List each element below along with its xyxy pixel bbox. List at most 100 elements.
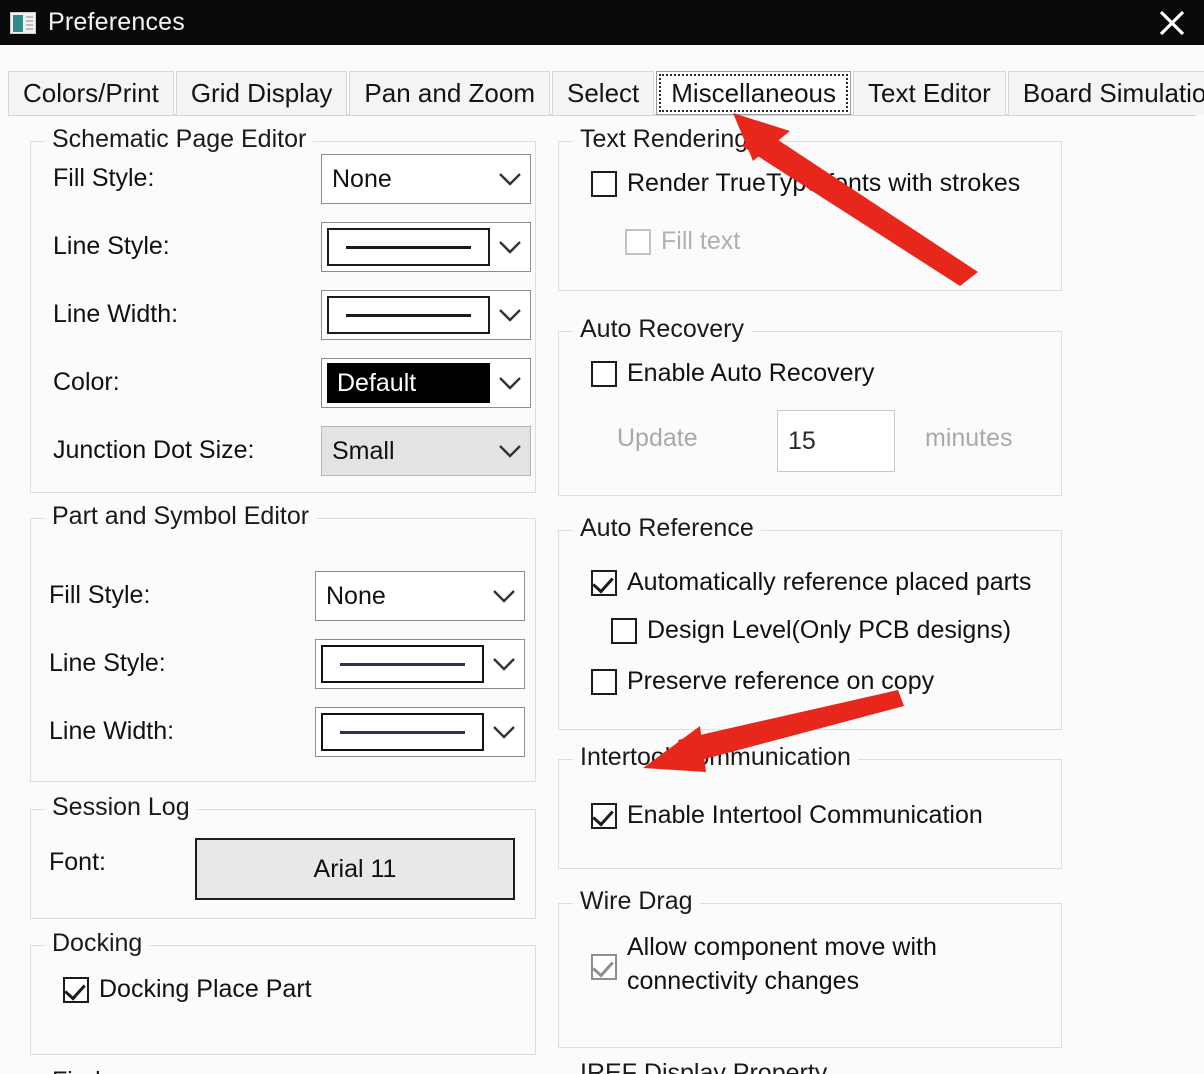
auto-recovery-interval-input[interactable]: 15 <box>777 410 895 472</box>
field-label: Color: <box>53 368 120 396</box>
tab-label: Grid Display <box>190 78 333 108</box>
sch-line-style-combo[interactable] <box>321 222 531 272</box>
checkbox-preserve-reference-on-copy[interactable]: Preserve reference on copy <box>591 666 934 696</box>
sch-fill-style-combo[interactable]: None <box>321 154 531 204</box>
sch-fill-style-value: None <box>332 164 392 193</box>
checkbox-icon <box>591 570 617 596</box>
label-sch-color: Color: <box>53 368 120 397</box>
chevron-down-icon <box>490 239 530 255</box>
field-label: Fill Style: <box>53 164 155 192</box>
label-part-fill-style: Fill Style: <box>49 581 150 610</box>
preferences-window-icon <box>10 11 36 34</box>
group-auto-recovery: Auto Recovery Enable Auto Recovery Updat… <box>558 315 1062 496</box>
label-auto-recovery-minutes: minutes <box>925 424 1013 453</box>
group-intertool-communication: Intertool Communication Enable Intertool… <box>558 743 1062 869</box>
sch-junction-dot-size-combo[interactable]: Small <box>321 426 531 476</box>
field-label: Font: <box>49 848 106 876</box>
checkbox-label: Enable Intertool Communication <box>627 801 983 829</box>
field-label: Line Width: <box>53 300 179 328</box>
checkbox-icon <box>625 229 651 255</box>
checkbox-docking-place-part[interactable]: Docking Place Part <box>63 974 312 1004</box>
chevron-down-icon <box>490 443 530 459</box>
label-sch-fill-style: Fill Style: <box>53 164 154 193</box>
chevron-down-icon <box>490 375 530 391</box>
checkbox-enable-auto-recovery[interactable]: Enable Auto Recovery <box>591 358 874 388</box>
tab-label: Pan and Zoom <box>364 78 535 108</box>
tab-label: Select <box>566 78 640 108</box>
tab-label: Board Simulation <box>1022 78 1204 108</box>
chevron-down-icon <box>490 307 530 323</box>
line-style-preview <box>327 228 490 266</box>
checkbox-enable-intertool-communication[interactable]: Enable Intertool Communication <box>591 800 983 830</box>
close-icon[interactable] <box>1140 0 1204 45</box>
auto-recovery-interval-value: 15 <box>788 426 816 455</box>
group-text-rendering: Text Rendering Render TrueType fonts wit… <box>558 125 1062 291</box>
part-fill-style-value: None <box>326 581 386 610</box>
sch-color-combo[interactable]: Default <box>321 358 531 408</box>
checkbox-label: Preserve reference on copy <box>627 667 935 695</box>
checkbox-render-truetype-fonts-with-strokes[interactable]: Render TrueType fonts with strokes <box>591 168 1020 198</box>
preferences-dialog: Preferences Colors/Print Grid Display Pa… <box>0 0 1204 1074</box>
checkbox-label: Render TrueType fonts with strokes <box>627 169 1021 197</box>
tab-strip: Colors/Print Grid Display Pan and Zoom S… <box>8 71 1204 115</box>
session-log-font-value: Arial 11 <box>313 854 397 883</box>
group-legend: Auto Reference <box>573 514 761 543</box>
color-swatch: Default <box>327 363 490 403</box>
group-part-and-symbol-editor: Part and Symbol Editor Fill Style: None … <box>30 502 536 782</box>
group-legend: Session Log <box>45 793 197 822</box>
checkbox-design-level-only-pcb-designs[interactable]: Design Level(Only PCB designs) <box>611 615 1011 645</box>
chevron-down-icon <box>490 171 530 187</box>
part-line-width-combo[interactable] <box>315 707 525 757</box>
checkbox-icon <box>591 803 617 829</box>
session-log-font-button[interactable]: Arial 11 <box>195 838 515 900</box>
checkbox-automatically-reference-placed-parts[interactable]: Automatically reference placed parts <box>591 567 1031 597</box>
part-fill-style-combo[interactable]: None <box>315 571 525 621</box>
line-width-preview <box>321 713 484 751</box>
group-auto-reference: Auto Reference Automatically reference p… <box>558 514 1062 730</box>
checkbox-label: Enable Auto Recovery <box>627 359 875 387</box>
group-legend: Intertool Communication <box>573 743 858 772</box>
group-legend: IREF Display Property <box>573 1059 835 1074</box>
label-auto-recovery-update: Update <box>617 424 698 453</box>
tab-colors-print[interactable]: Colors/Print <box>8 71 174 115</box>
window-title: Preferences <box>48 8 185 36</box>
checkbox-icon <box>591 954 617 980</box>
field-label: Fill Style: <box>49 581 151 609</box>
group-legend: Docking <box>45 929 150 958</box>
field-label: Line Style: <box>53 232 170 260</box>
tab-select[interactable]: Select <box>551 71 655 115</box>
checkbox-icon <box>591 361 617 387</box>
checkbox-label: Docking Place Part <box>99 975 312 1003</box>
label-part-line-style: Line Style: <box>49 649 166 678</box>
sch-color-value: Default <box>337 368 417 397</box>
line-width-preview <box>327 296 490 334</box>
sch-junction-dot-size-value: Small <box>332 436 395 465</box>
tab-label: Miscellaneous <box>671 77 836 108</box>
checkbox-fill-text[interactable]: Fill text <box>625 226 740 256</box>
checkbox-allow-component-move-with-connectivity-changes[interactable]: Allow component move with connectivity c… <box>591 930 1011 998</box>
line-style-preview <box>321 645 484 683</box>
tab-board-simulation[interactable]: Board Simulation <box>1007 71 1204 115</box>
checkbox-icon <box>591 669 617 695</box>
group-wire-drag: Wire Drag Allow component move with conn… <box>558 887 1062 1048</box>
tab-label: Text Editor <box>868 78 991 108</box>
label-session-log-font: Font: <box>49 848 106 877</box>
group-session-log: Session Log Font: Arial 11 <box>30 793 536 919</box>
field-label: Line Width: <box>49 717 175 745</box>
group-legend: Wire Drag <box>573 887 700 916</box>
group-legend: Find <box>45 1067 108 1074</box>
checkbox-label: Automatically reference placed parts <box>627 568 1032 596</box>
tab-grid-display[interactable]: Grid Display <box>175 71 348 115</box>
group-legend: Part and Symbol Editor <box>45 502 317 531</box>
part-line-style-combo[interactable] <box>315 639 525 689</box>
tab-pan-and-zoom[interactable]: Pan and Zoom <box>349 71 550 115</box>
group-legend: Text Rendering <box>573 125 756 154</box>
tab-text-editor[interactable]: Text Editor <box>853 71 1006 115</box>
chevron-down-icon <box>484 656 524 672</box>
sch-line-width-combo[interactable] <box>321 290 531 340</box>
label-part-line-width: Line Width: <box>49 717 174 746</box>
tab-miscellaneous[interactable]: Miscellaneous <box>656 71 851 115</box>
group-legend: Schematic Page Editor <box>45 125 314 154</box>
field-label: Update <box>617 424 698 452</box>
chevron-down-icon <box>484 588 524 604</box>
